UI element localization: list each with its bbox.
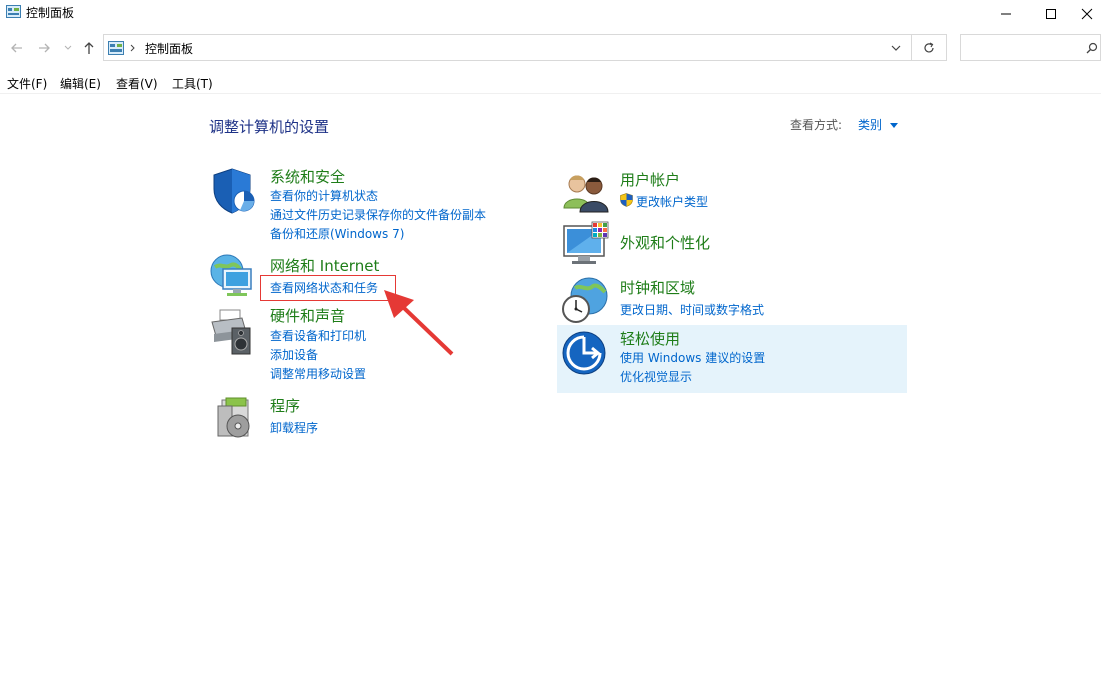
menu-view[interactable]: 查看(V) — [116, 75, 158, 92]
chevron-down-icon[interactable] — [891, 44, 901, 52]
title-bar: 控制面板 — [0, 0, 1101, 27]
arrow-right-icon — [39, 43, 50, 53]
category-user-accounts[interactable]: 用户帐户 — [620, 169, 680, 190]
programs-disc-icon — [217, 397, 250, 438]
shield-icon — [213, 168, 255, 214]
category-programs[interactable]: 程序 — [270, 395, 300, 416]
back-button[interactable] — [8, 39, 26, 57]
uac-shield-icon — [620, 193, 633, 207]
control-panel-icon — [108, 41, 124, 55]
maximize-button[interactable] — [1028, 0, 1074, 27]
link-mobility-settings[interactable]: 调整常用移动设置 — [270, 365, 366, 382]
search-icon — [1086, 42, 1098, 54]
link-optimize-visual-display[interactable]: 优化视觉显示 — [620, 368, 692, 385]
close-button[interactable] — [1073, 0, 1101, 27]
caret-down-icon — [889, 122, 898, 128]
forward-button[interactable] — [35, 39, 53, 57]
chevron-right-icon — [130, 44, 135, 52]
address-bar[interactable]: 控制面板 — [103, 34, 912, 61]
user-accounts-icon — [563, 175, 609, 213]
arrow-up-icon — [84, 42, 94, 54]
category-hardware-sound[interactable]: 硬件和声音 — [270, 305, 345, 326]
link-backup-restore[interactable]: 备份和还原(Windows 7) — [270, 225, 404, 242]
link-windows-recommended-settings[interactable]: 使用 Windows 建议的设置 — [620, 349, 765, 366]
minimize-icon — [1001, 13, 1011, 14]
category-ease-of-access[interactable]: 轻松使用 — [620, 328, 680, 349]
network-globe-icon — [210, 254, 252, 296]
link-change-date-time-format[interactable]: 更改日期、时间或数字格式 — [620, 301, 764, 318]
control-panel-icon — [6, 5, 21, 18]
window-title: 控制面板 — [26, 6, 75, 20]
ease-of-access-icon — [562, 331, 606, 375]
menu-bar: 文件(F) 编辑(E) 查看(V) 工具(T) — [0, 72, 1101, 94]
menu-edit[interactable]: 编辑(E) — [60, 75, 101, 92]
recent-locations-button[interactable] — [61, 39, 75, 57]
appearance-monitor-icon — [563, 221, 609, 264]
view-by-value: 类别 — [858, 118, 883, 132]
minimize-button[interactable] — [983, 0, 1029, 27]
clock-globe-icon — [562, 277, 608, 323]
chevron-down-icon — [64, 45, 72, 50]
annotation-arrow-icon — [384, 290, 454, 356]
refresh-button[interactable] — [912, 34, 947, 61]
annotation-highlight-box — [260, 275, 396, 301]
menu-file[interactable]: 文件(F) — [7, 75, 47, 92]
view-by-dropdown[interactable]: 类别 — [858, 116, 898, 133]
refresh-icon — [924, 41, 934, 52]
category-system-security[interactable]: 系统和安全 — [270, 166, 345, 187]
arrow-left-icon — [11, 43, 22, 53]
link-view-computer-status[interactable]: 查看你的计算机状态 — [270, 187, 378, 204]
breadcrumb-control-panel[interactable]: 控制面板 — [145, 40, 193, 57]
search-input[interactable] — [960, 34, 1101, 61]
link-add-device[interactable]: 添加设备 — [270, 346, 318, 363]
link-uninstall-program[interactable]: 卸载程序 — [270, 419, 318, 436]
view-by-label: 查看方式: — [790, 118, 843, 132]
category-clock-region[interactable]: 时钟和区域 — [620, 277, 695, 298]
up-button[interactable] — [80, 39, 98, 57]
page-title: 调整计算机的设置 — [209, 118, 330, 136]
printer-speaker-icon — [211, 309, 251, 355]
category-network-internet[interactable]: 网络和 Internet — [270, 255, 379, 276]
menu-tools[interactable]: 工具(T) — [172, 75, 213, 92]
category-appearance-personalization[interactable]: 外观和个性化 — [620, 232, 710, 253]
link-view-devices-printers[interactable]: 查看设备和打印机 — [270, 327, 366, 344]
link-file-history-backup[interactable]: 通过文件历史记录保存你的文件备份副本 — [270, 206, 486, 223]
close-icon — [1081, 8, 1093, 19]
link-change-account-type[interactable]: 更改帐户类型 — [636, 193, 708, 210]
maximize-icon — [1046, 8, 1056, 19]
